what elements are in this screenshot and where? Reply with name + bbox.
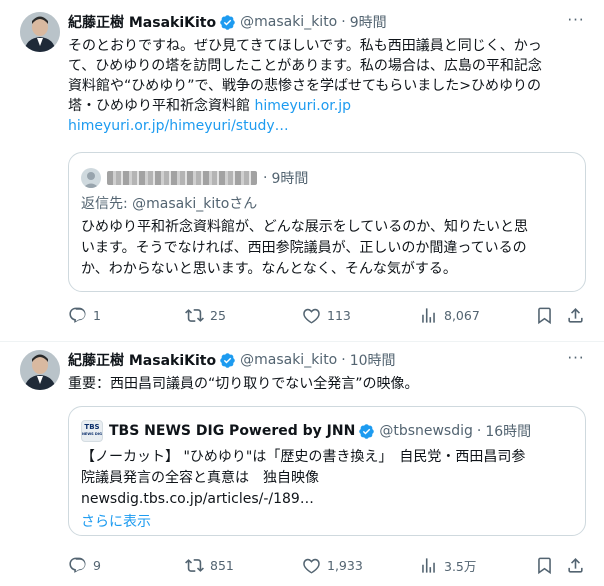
- share-icon: [568, 557, 583, 573]
- separator-dot: ·: [263, 170, 268, 186]
- tbs-logo-top: TBS: [84, 423, 100, 431]
- quoted-text-line: います。そうでなければ、西田参院議員が、正しいのか間違っているの: [81, 240, 527, 256]
- quoted-tweet[interactable]: · 9時間 返信先: @masaki_kitoさん ひめゆり平和祈念資料館が、ど…: [68, 152, 586, 292]
- separator-dot: ·: [341, 14, 346, 30]
- author-handle[interactable]: @masaki_kito: [240, 352, 337, 368]
- author-name[interactable]: 紀藤正樹 MasakiKito: [68, 350, 216, 370]
- views-count: 8,067: [444, 307, 480, 323]
- share-button[interactable]: [566, 555, 591, 575]
- avatar[interactable]: [20, 350, 60, 390]
- retweet-count: 25: [210, 307, 226, 323]
- author-handle[interactable]: @masaki_kito: [240, 14, 337, 30]
- quoted-timestamp: 16時間: [485, 424, 532, 440]
- tbs-logo[interactable]: TBS NEWS DIG: [81, 420, 103, 442]
- verified-badge-icon: [359, 423, 375, 439]
- avatar[interactable]: [20, 12, 60, 52]
- show-more-link[interactable]: さらに表示: [81, 511, 151, 531]
- quoted-avatar[interactable]: [81, 168, 101, 188]
- retweet-icon: [185, 558, 204, 572]
- reply-icon: [69, 307, 86, 323]
- bookmark-icon: [538, 557, 551, 574]
- quoted-author-name: TBS NEWS DIG Powered by JNN: [109, 423, 356, 439]
- link-himeyuri[interactable]: himeyuri.or.jp: [254, 98, 351, 114]
- tweet-1[interactable]: 紀藤正樹 MasakiKito @masaki_kito · 9時間 ··· そ…: [0, 0, 604, 340]
- link-himeyuri-study[interactable]: himeyuri.or.jp/himeyuri/study…: [68, 116, 588, 136]
- bookmark-icon: [538, 307, 551, 324]
- more-icon[interactable]: ···: [566, 12, 586, 32]
- views-icon: [422, 557, 435, 573]
- retweet-button[interactable]: 25: [185, 305, 226, 325]
- quoted-handle: @tbsnewsdig: [379, 423, 473, 439]
- verified-badge-icon: [220, 14, 235, 30]
- quoted-tweet[interactable]: TBS NEWS DIG TBS NEWS DIG Powered by JNN…: [68, 406, 586, 536]
- tweet-text: そのとおりですね。ぜひ見てきてほしいです。私も西田議員と同じく、かっ て、ひめゆ…: [68, 36, 588, 136]
- views-button[interactable]: 3.5万: [419, 555, 476, 575]
- quoted-text: 【ノーカット】 "ひめゆり"は「歴史の書き換え」 自民党・西田昌司参 院議員発言…: [81, 447, 579, 510]
- separator-dot: ·: [341, 352, 346, 368]
- quoted-header: TBS NEWS DIG TBS NEWS DIG Powered by JNN…: [81, 420, 531, 442]
- verified-badge-icon: [220, 352, 235, 368]
- share-icon: [568, 307, 583, 323]
- retweet-count: 851: [210, 557, 234, 573]
- quoted-text-line: ひめゆり平和祈念資料館が、どんな展示をしているのか、知りたいと思: [81, 219, 529, 235]
- tweet-text-line: そのとおりですね。ぜひ見てきてほしいです。私も西田議員と同じく、かっ: [68, 38, 542, 54]
- like-icon: [303, 308, 320, 323]
- quoted-timestamp: 9時間: [271, 171, 309, 187]
- share-button[interactable]: [566, 305, 591, 325]
- bookmark-button[interactable]: [535, 305, 560, 325]
- author-name[interactable]: 紀藤正樹 MasakiKito: [68, 12, 216, 32]
- views-count: 3.5万: [444, 558, 477, 574]
- retweet-icon: [185, 308, 204, 322]
- quoted-text-line: 院議員発言の全容と真意は 独自映像: [81, 470, 319, 486]
- reply-button[interactable]: 1: [68, 305, 101, 325]
- timestamp[interactable]: 10時間: [350, 350, 396, 370]
- reply-count: 9: [93, 557, 101, 573]
- separator-dot: ·: [476, 423, 482, 439]
- more-icon[interactable]: ···: [566, 350, 586, 370]
- tweet-text-line: 資料館や“ひめゆり”で、戦争の悲惨さを学ばせてもらいました>ひめゆりの: [68, 78, 541, 94]
- tweet-text: 重要：西田昌司議員の“切り取りでない全発言”の映像。: [68, 374, 588, 394]
- tweet-header: 紀藤正樹 MasakiKito @masaki_kito · 10時間: [68, 350, 396, 370]
- quoted-text-line: newsdig.tbs.co.jp/articles/-/189…: [81, 491, 314, 507]
- tweet-text-line: て、ひめゆりの塔を訪問したことがあります。私の場合は、広島の平和記念: [68, 58, 542, 74]
- timestamp[interactable]: 9時間: [350, 12, 387, 32]
- like-icon: [303, 558, 320, 573]
- bookmark-button[interactable]: [535, 555, 560, 575]
- views-icon: [422, 307, 435, 323]
- retweet-button[interactable]: 851: [185, 555, 234, 575]
- like-button[interactable]: 113: [302, 305, 351, 325]
- quoted-text-line: か、わからないと思います。なんとなく、そんな気がする。: [81, 261, 457, 277]
- tweet-text-line: 重要：西田昌司議員の“切り取りでない全発言”の映像。: [68, 376, 419, 392]
- redacted-name: [107, 171, 257, 185]
- reply-to-label[interactable]: 返信先: @masaki_kitoさん: [81, 193, 257, 213]
- tweet-2[interactable]: 紀藤正樹 MasakiKito @masaki_kito · 10時間 ··· …: [0, 342, 604, 586]
- views-button[interactable]: 8,067: [419, 305, 480, 325]
- tweet-header: 紀藤正樹 MasakiKito @masaki_kito · 9時間: [68, 12, 387, 32]
- like-count: 113: [327, 307, 351, 323]
- tbs-logo-bottom: NEWS DIG: [82, 432, 103, 436]
- tweet-text-line: 塔・ひめゆり平和祈念資料館 himeyuri.or.jp: [68, 96, 588, 116]
- reply-icon: [69, 557, 86, 573]
- reply-button[interactable]: 9: [68, 555, 101, 575]
- reply-count: 1: [93, 307, 101, 323]
- like-count: 1,933: [327, 557, 363, 573]
- quoted-text-line: 【ノーカット】 "ひめゆり"は「歴史の書き換え」 自民党・西田昌司参: [81, 449, 526, 465]
- tweet-text-segment: 塔・ひめゆり平和祈念資料館: [68, 98, 255, 114]
- quoted-text: ひめゆり平和祈念資料館が、どんな展示をしているのか、知りたいと思 います。そうで…: [81, 217, 576, 280]
- like-button[interactable]: 1,933: [302, 555, 363, 575]
- quoted-header: · 9時間: [81, 168, 308, 188]
